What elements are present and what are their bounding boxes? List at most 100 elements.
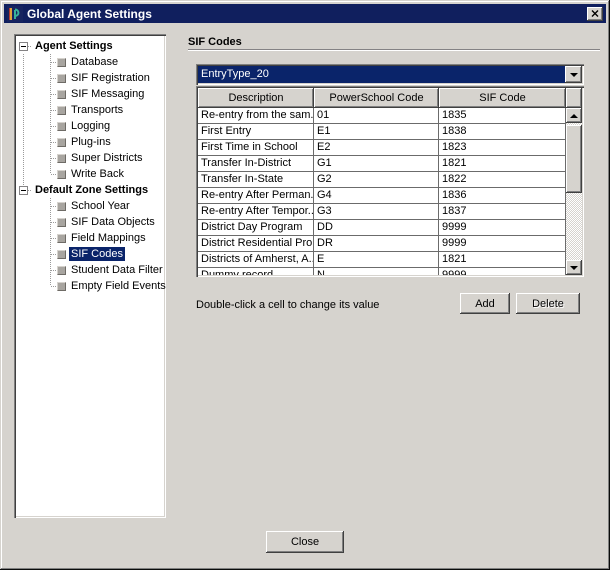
tree-item-write-back[interactable]: Write Back <box>16 166 164 182</box>
scrollbar-thumb[interactable] <box>566 125 582 193</box>
tree-item-plug-ins[interactable]: Plug-ins <box>16 134 164 150</box>
scroll-down-button[interactable] <box>566 260 582 275</box>
table-cell[interactable]: First Time in School <box>198 140 314 156</box>
table-cell[interactable]: DD <box>314 220 439 236</box>
hint-text: Double-click a cell to change its value <box>196 297 379 313</box>
tree-connector-icon <box>42 118 57 134</box>
table-cell[interactable]: 1822 <box>439 172 566 188</box>
table-cell[interactable]: E2 <box>314 140 439 156</box>
table-cell[interactable]: 1836 <box>439 188 566 204</box>
column-header-description[interactable]: Description <box>198 88 314 108</box>
tree-item-label: Student Data Filter <box>69 263 165 277</box>
table-row[interactable]: First Time in SchoolE21823 <box>198 140 566 156</box>
tree-item-transports[interactable]: Transports <box>16 102 164 118</box>
table-row[interactable]: Dummy recordN9999 <box>198 268 566 275</box>
scrollbar-track[interactable] <box>566 123 582 260</box>
collapse-icon[interactable] <box>19 42 28 51</box>
tree-item-sif-messaging[interactable]: SIF Messaging <box>16 86 164 102</box>
tree-item-empty-field-events[interactable]: Empty Field Events <box>16 278 164 294</box>
table-cell[interactable]: 1838 <box>439 124 566 140</box>
scroll-up-icon <box>570 114 578 118</box>
table-row[interactable]: Re-entry After Perman...G41836 <box>198 188 566 204</box>
item-bullet-icon <box>57 106 66 115</box>
table-cell[interactable]: Re-entry After Perman... <box>198 188 314 204</box>
tree-section-default-zone-settings[interactable]: Default Zone Settings <box>16 182 164 198</box>
app-icon[interactable] <box>7 6 23 22</box>
sif-code-type-dropdown[interactable]: EntryType_20 <box>196 64 584 85</box>
table-cell[interactable]: 9999 <box>439 220 566 236</box>
tree-connector-icon <box>42 230 57 246</box>
table-cell[interactable]: Re-entry After Tempor... <box>198 204 314 220</box>
window-title: Global Agent Settings <box>27 7 587 21</box>
column-header-sif-code[interactable]: SIF Code <box>439 88 566 108</box>
table-cell[interactable]: Re-entry from the sam... <box>198 108 314 124</box>
item-bullet-icon <box>57 218 66 227</box>
scroll-down-icon <box>570 266 578 270</box>
tree-connector-icon <box>42 246 57 262</box>
table-cell[interactable]: 1835 <box>439 108 566 124</box>
table-cell[interactable]: Dummy record <box>198 268 314 275</box>
tree-section-agent-settings[interactable]: Agent Settings <box>16 38 164 54</box>
item-bullet-icon <box>57 234 66 243</box>
tree-item-sif-registration[interactable]: SIF Registration <box>16 70 164 86</box>
table-row[interactable]: Transfer In-DistrictG11821 <box>198 156 566 172</box>
table-cell[interactable]: 1821 <box>439 156 566 172</box>
table-cell[interactable]: 1837 <box>439 204 566 220</box>
table-cell[interactable]: G2 <box>314 172 439 188</box>
settings-tree: Agent SettingsDatabaseSIF RegistrationSI… <box>14 34 166 518</box>
column-header-powerschool-code[interactable]: PowerSchool Code <box>314 88 439 108</box>
table-row[interactable]: Re-entry After Tempor...G31837 <box>198 204 566 220</box>
item-bullet-icon <box>57 74 66 83</box>
table-cell[interactable]: District Residential Pro... <box>198 236 314 252</box>
close-button[interactable]: Close <box>266 531 344 553</box>
sif-codes-table: Description PowerSchool Code SIF Code Re… <box>196 86 584 277</box>
table-cell[interactable]: E <box>314 252 439 268</box>
tree-item-sif-codes[interactable]: SIF Codes <box>16 246 164 262</box>
table-cell[interactable]: G3 <box>314 204 439 220</box>
tree-connector-icon <box>42 54 57 70</box>
table-cell[interactable]: First Entry <box>198 124 314 140</box>
vertical-scrollbar[interactable] <box>566 108 582 275</box>
table-cell[interactable]: Transfer In-State <box>198 172 314 188</box>
table-cell[interactable]: E1 <box>314 124 439 140</box>
table-header-row: Description PowerSchool Code SIF Code <box>198 88 582 108</box>
collapse-icon[interactable] <box>19 186 28 195</box>
tree-item-logging[interactable]: Logging <box>16 118 164 134</box>
table-viewport: Re-entry from the sam...011835First Entr… <box>198 108 582 275</box>
table-row[interactable]: First EntryE11838 <box>198 124 566 140</box>
dropdown-arrow-button[interactable] <box>565 66 582 83</box>
table-cell[interactable]: 9999 <box>439 268 566 275</box>
tree-item-database[interactable]: Database <box>16 54 164 70</box>
add-button[interactable]: Add <box>460 293 510 314</box>
table-cell[interactable]: Transfer In-District <box>198 156 314 172</box>
table-row[interactable]: Transfer In-StateG21822 <box>198 172 566 188</box>
table-cell[interactable]: DR <box>314 236 439 252</box>
tree-item-school-year[interactable]: School Year <box>16 198 164 214</box>
dropdown-selected-value: EntryType_20 <box>198 66 565 83</box>
table-row[interactable]: Districts of Amherst, A...E1821 <box>198 252 566 268</box>
close-window-button[interactable] <box>587 7 603 21</box>
table-cell[interactable]: District Day Program <box>198 220 314 236</box>
table-cell[interactable]: 1823 <box>439 140 566 156</box>
tree-item-student-data-filter[interactable]: Student Data Filter <box>16 262 164 278</box>
scroll-up-button[interactable] <box>566 108 582 123</box>
tree-item-label: SIF Codes <box>69 247 125 261</box>
tree-item-field-mappings[interactable]: Field Mappings <box>16 230 164 246</box>
table-cell[interactable]: N <box>314 268 439 275</box>
table-row[interactable]: Re-entry from the sam...011835 <box>198 108 566 124</box>
tree-item-label: SIF Registration <box>69 71 152 85</box>
table-cell[interactable]: G1 <box>314 156 439 172</box>
table-cell[interactable]: G4 <box>314 188 439 204</box>
table-row[interactable]: District Residential Pro...DR9999 <box>198 236 566 252</box>
table-cell[interactable]: 01 <box>314 108 439 124</box>
close-icon <box>591 10 599 17</box>
delete-button[interactable]: Delete <box>516 293 580 314</box>
tree-connector-icon <box>42 166 57 182</box>
tree-item-super-districts[interactable]: Super Districts <box>16 150 164 166</box>
table-row[interactable]: District Day ProgramDD9999 <box>198 220 566 236</box>
tree-item-sif-data-objects[interactable]: SIF Data Objects <box>16 214 164 230</box>
table-cell[interactable]: 1821 <box>439 252 566 268</box>
tree-item-label: SIF Data Objects <box>69 215 157 229</box>
table-cell[interactable]: 9999 <box>439 236 566 252</box>
table-cell[interactable]: Districts of Amherst, A... <box>198 252 314 268</box>
